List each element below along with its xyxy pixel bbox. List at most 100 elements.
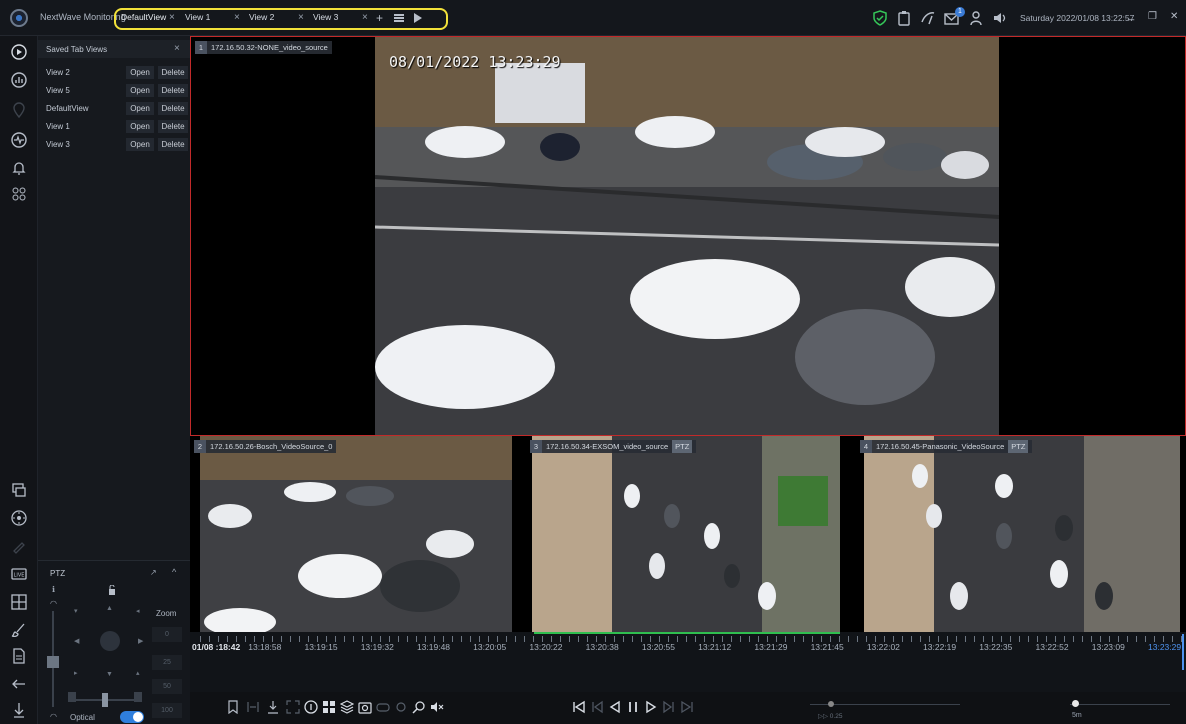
open-button[interactable]: Open	[126, 84, 154, 97]
play-reverse-icon[interactable]	[608, 700, 622, 714]
skip-start-icon[interactable]	[572, 700, 586, 714]
open-button[interactable]: Open	[126, 66, 154, 79]
zoom-in-button[interactable]	[134, 692, 142, 702]
tab-view-2[interactable]: View 2	[249, 12, 274, 26]
layers-icon[interactable]	[340, 700, 354, 714]
step-back-icon[interactable]	[590, 700, 604, 714]
open-button[interactable]: Open	[126, 120, 154, 133]
mute-icon[interactable]	[430, 700, 444, 714]
signal-icon[interactable]	[920, 10, 936, 26]
arrow-down-icon[interactable]: ▼	[106, 671, 113, 678]
info-icon[interactable]: ℹ	[52, 585, 55, 594]
arrow-up-left-icon[interactable]: ▾	[74, 607, 78, 615]
add-tab-icon[interactable]: +	[376, 11, 383, 25]
ptz-tag[interactable]: PTZ	[672, 440, 693, 453]
ptz-tag[interactable]: PTZ	[1008, 440, 1029, 453]
live-badge-icon[interactable]: LIVE	[11, 566, 27, 582]
windows-icon[interactable]	[11, 482, 27, 498]
playback-timeline[interactable]: 01/08 :18:42 13:18:58 13:19:15 13:19:32 13:1…	[190, 632, 1186, 692]
document-icon[interactable]	[11, 648, 27, 664]
delete-button[interactable]: Delete	[158, 138, 188, 151]
fullscreen-icon[interactable]	[286, 700, 300, 714]
activity-icon[interactable]	[11, 132, 27, 148]
bell-icon[interactable]	[11, 160, 27, 176]
ptz-speed-handle[interactable]	[47, 656, 59, 668]
timeline-tick	[344, 636, 345, 642]
camera-tile-3[interactable]: 3 172.16.50.34-EXSOM_video_source PTZ	[526, 436, 844, 632]
tab-defaultview[interactable]: DefaultView	[121, 12, 166, 26]
logout-icon[interactable]	[11, 676, 27, 692]
pin-icon[interactable]	[394, 700, 408, 714]
close-icon[interactable]: ×	[298, 12, 304, 24]
arrow-left-icon[interactable]: ◀	[74, 637, 79, 645]
download-clip-icon[interactable]	[266, 700, 280, 714]
close-icon[interactable]: ×	[174, 43, 180, 54]
arrow-up-right-icon[interactable]: ◂	[136, 607, 140, 615]
collapse-icon[interactable]: ^	[172, 567, 176, 577]
delete-button[interactable]: Delete	[158, 84, 188, 97]
close-icon[interactable]: ×	[234, 12, 240, 24]
location-icon[interactable]	[11, 102, 27, 118]
export-range-icon[interactable]	[246, 700, 260, 714]
ptz-control-icon[interactable]	[11, 510, 27, 526]
bookmark-icon[interactable]	[226, 700, 240, 714]
timeline-cursor[interactable]	[1182, 634, 1184, 670]
zoom-value[interactable]: 50	[152, 679, 182, 694]
tab-view-3[interactable]: View 3	[313, 12, 338, 26]
arrow-up-icon[interactable]: ▲	[106, 605, 113, 612]
grid-apps-icon[interactable]	[11, 186, 27, 202]
time-range-handle[interactable]	[1072, 700, 1079, 707]
grid-layout-icon[interactable]	[322, 700, 336, 714]
arrow-down-right-icon[interactable]: ▴	[136, 669, 140, 677]
open-button[interactable]: Open	[126, 138, 154, 151]
user-icon[interactable]	[968, 10, 984, 26]
ptz-joystick[interactable]	[100, 631, 120, 651]
delete-button[interactable]: Delete	[158, 102, 188, 115]
clipboard-icon[interactable]	[896, 10, 912, 26]
zoom-value[interactable]: 0	[152, 627, 182, 642]
speed-handle[interactable]	[828, 701, 834, 707]
play-icon[interactable]	[644, 700, 658, 714]
live-view-icon[interactable]	[11, 44, 27, 60]
record-icon[interactable]	[376, 700, 390, 714]
close-icon[interactable]: ×	[169, 12, 175, 24]
tab-list-icon[interactable]	[394, 14, 404, 22]
focus-slider[interactable]	[76, 699, 142, 701]
zoom-search-icon[interactable]	[412, 700, 426, 714]
arrow-right-icon[interactable]: ▶	[138, 637, 143, 645]
minimize-icon[interactable]: _	[1128, 9, 1134, 21]
volume-icon[interactable]	[992, 10, 1008, 26]
optical-toggle[interactable]	[120, 711, 144, 723]
info-circle-icon[interactable]	[304, 700, 318, 714]
pen-icon[interactable]	[11, 538, 27, 554]
shield-icon[interactable]	[872, 10, 888, 26]
layout-icon[interactable]	[11, 594, 27, 610]
expand-icon[interactable]: ↗	[150, 568, 157, 577]
step-forward-icon[interactable]	[662, 700, 676, 714]
zoom-value[interactable]: 100	[152, 703, 182, 718]
camera-tile-2[interactable]: 2 172.16.50.26-Bosch_VideoSource_0	[190, 436, 522, 632]
play-tour-icon[interactable]	[414, 13, 422, 23]
delete-button[interactable]: Delete	[158, 66, 188, 79]
tab-view-1[interactable]: View 1	[185, 12, 210, 26]
snapshot-icon[interactable]	[358, 700, 372, 714]
analytics-icon[interactable]	[11, 72, 27, 88]
arrow-down-left-icon[interactable]: ▸	[74, 669, 78, 677]
close-icon[interactable]: ×	[362, 12, 368, 24]
download-icon[interactable]	[11, 702, 27, 718]
ptz-direction-pad[interactable]: ▾ ▲ ◂ ◀ ▶ ▸ ▼ ▴	[68, 601, 150, 683]
restore-icon[interactable]: ❐	[1148, 11, 1157, 22]
close-window-icon[interactable]: ✕	[1170, 11, 1178, 22]
focus-handle[interactable]	[102, 693, 108, 707]
pause-icon[interactable]	[626, 700, 640, 714]
open-button[interactable]: Open	[126, 102, 154, 115]
zoom-out-button[interactable]	[68, 692, 76, 702]
time-range-slider[interactable]	[1070, 704, 1170, 705]
camera-tile-1[interactable]: 08/01/2022 13:23:29 1 172.16.50.32-NONE_v…	[190, 36, 1186, 436]
delete-button[interactable]: Delete	[158, 120, 188, 133]
zoom-value[interactable]: 25	[152, 655, 182, 670]
camera-tile-4[interactable]: 4 172.16.50.45-Panasonic_VideoSource PTZ	[856, 436, 1186, 632]
brush-icon[interactable]	[11, 622, 27, 638]
lock-icon[interactable]	[108, 585, 116, 595]
skip-end-icon[interactable]	[680, 700, 694, 714]
